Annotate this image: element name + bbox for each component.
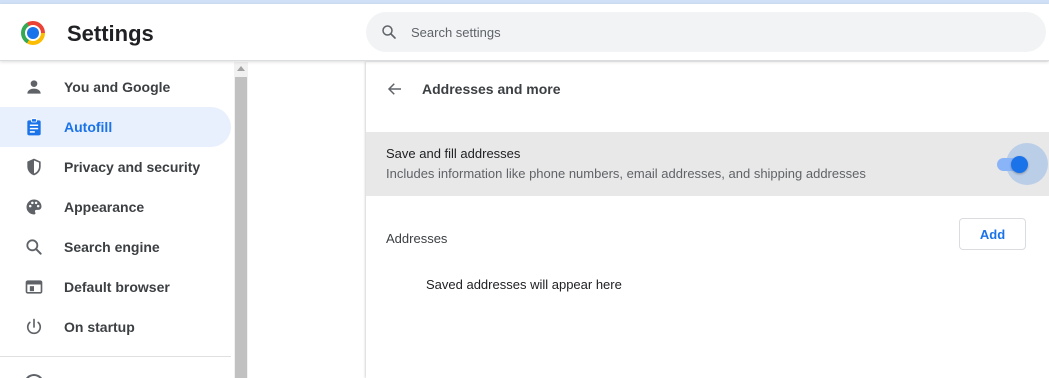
shield-icon: [27, 158, 41, 176]
sidebar-item-privacy-and-security[interactable]: Privacy and security: [0, 147, 231, 187]
sidebar-item-label: Appearance: [64, 199, 145, 215]
sidebar-item-on-startup[interactable]: On startup: [0, 307, 231, 347]
person-icon: [27, 80, 41, 94]
save-addresses-toggle[interactable]: [988, 143, 1048, 185]
palette-icon: [26, 199, 42, 215]
search-icon: [26, 239, 42, 255]
addresses-section-label: Addresses: [386, 231, 448, 246]
search-input[interactable]: [411, 12, 1011, 52]
power-icon: [26, 318, 42, 335]
clipboard-icon: [27, 118, 41, 136]
toggle-title: Save and fill addresses: [386, 146, 521, 161]
settings-header: Settings: [0, 4, 1049, 61]
sidebar-item-autofill[interactable]: Autofill: [0, 107, 231, 147]
sidebar-item-label: You and Google: [64, 79, 171, 95]
addresses-card: Addresses and more Save and fill address…: [366, 62, 1049, 378]
app-title: Settings: [67, 21, 154, 46]
sidebar-item-label: On startup: [64, 319, 135, 335]
sidebar-item-label: Search engine: [64, 239, 160, 255]
scroll-thumb[interactable]: [235, 77, 247, 378]
sidebar-item-you-and-google[interactable]: You and Google: [0, 67, 231, 107]
sidebar-scrollbar[interactable]: [234, 62, 248, 378]
search-icon: [382, 25, 396, 39]
sidebar-item-label: Privacy and security: [64, 159, 201, 175]
settings-sidebar: You and Google Autofill Privacy and secu…: [0, 62, 234, 378]
save-and-fill-addresses-row[interactable]: Save and fill addresses Includes informa…: [366, 132, 1049, 196]
browser-window-icon: [25, 280, 43, 294]
scroll-up-arrow-icon[interactable]: [237, 66, 245, 71]
add-address-button[interactable]: Add: [959, 218, 1026, 250]
sidebar-item-appearance[interactable]: Appearance: [0, 187, 231, 227]
sidebar-item-search-engine[interactable]: Search engine: [0, 227, 231, 267]
sidebar-item-label: Default browser: [64, 279, 170, 295]
next-sidebar-icon-partial: [24, 374, 44, 378]
page-title: Addresses and more: [422, 81, 561, 97]
back-arrow-icon[interactable]: [386, 80, 404, 98]
toggle-knob: [1011, 156, 1028, 173]
toggle-description: Includes information like phone numbers,…: [386, 166, 866, 181]
empty-addresses-message: Saved addresses will appear here: [426, 277, 622, 292]
search-box[interactable]: [366, 12, 1046, 52]
sidebar-divider: [0, 356, 231, 357]
chrome-logo: [21, 21, 45, 45]
sidebar-item-label: Autofill: [64, 119, 113, 135]
sidebar-item-default-browser[interactable]: Default browser: [0, 267, 231, 307]
